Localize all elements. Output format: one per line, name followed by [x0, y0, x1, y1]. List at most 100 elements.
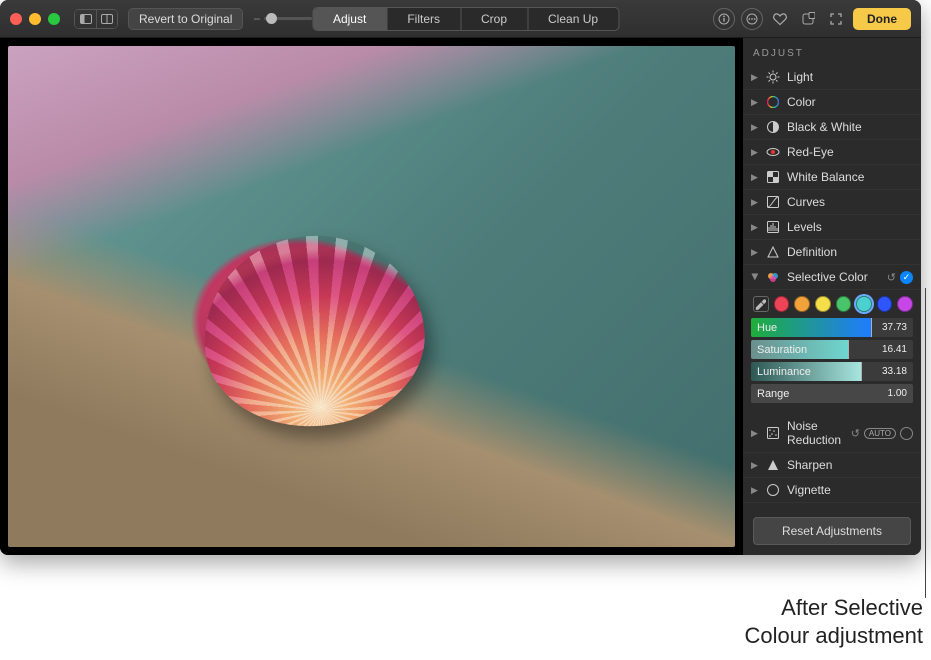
adjust-item-curves[interactable]: ▶ Curves	[743, 190, 921, 215]
swatch-green[interactable]	[836, 296, 852, 312]
reset-adjustments-button[interactable]: Reset Adjustments	[753, 517, 911, 545]
slider-label: Luminance	[751, 366, 811, 378]
chevron-right-icon: ▶	[751, 222, 759, 233]
slider-value: 33.18	[882, 366, 913, 377]
tab-crop[interactable]: Crop	[461, 8, 528, 30]
revert-to-original-button[interactable]: Revert to Original	[128, 8, 243, 30]
favorite-icon[interactable]	[769, 8, 791, 30]
view-toggle-group	[74, 9, 118, 29]
reset-icon[interactable]: ↺	[851, 427, 860, 440]
swatch-cyan[interactable]	[856, 296, 872, 312]
adjust-item-selectivecolor[interactable]: ▶ Selective Color ↺ ✓	[743, 265, 921, 290]
definition-icon	[766, 245, 780, 259]
slider-label: Range	[751, 388, 789, 400]
color-icon	[766, 95, 780, 109]
more-icon[interactable]	[741, 8, 763, 30]
chevron-right-icon: ▶	[751, 197, 759, 208]
curves-icon	[766, 195, 780, 209]
slider-value: 16.41	[882, 344, 913, 355]
chevron-right-icon: ▶	[751, 172, 759, 183]
portrait-icon[interactable]	[797, 8, 819, 30]
adjust-item-label: Definition	[787, 245, 913, 259]
photos-edit-window: Revert to Original − + Adjust Filters Cr…	[0, 0, 921, 555]
levels-icon	[766, 220, 780, 234]
close-window-button[interactable]	[10, 13, 22, 25]
enable-toggle-icon[interactable]	[900, 427, 913, 440]
adjust-item-label: Light	[787, 70, 913, 84]
sidebar-header: ADJUST	[743, 38, 921, 65]
auto-badge[interactable]: AUTO	[864, 428, 896, 439]
eyedropper-icon[interactable]	[753, 296, 769, 312]
grid-view-icon[interactable]	[96, 9, 118, 29]
callout-leader-line	[925, 288, 926, 598]
sharpen-icon	[766, 458, 780, 472]
adjust-item-noise[interactable]: ▶ Noise Reduction ↺ AUTO	[743, 414, 921, 453]
window-controls	[10, 13, 60, 25]
tab-cleanup[interactable]: Clean Up	[528, 8, 618, 30]
adjust-item-bw[interactable]: ▶ Black & White	[743, 115, 921, 140]
chevron-right-icon: ▶	[751, 72, 759, 83]
chevron-right-icon: ▶	[751, 247, 759, 258]
adjust-item-color[interactable]: ▶ Color	[743, 90, 921, 115]
slider-hue[interactable]: Hue 37.73	[751, 318, 913, 337]
adjust-item-vignette[interactable]: ▶ Vignette	[743, 478, 921, 503]
photo-canvas[interactable]	[0, 38, 743, 555]
bw-icon	[766, 120, 780, 134]
chevron-right-icon: ▶	[751, 428, 759, 439]
noise-icon	[766, 426, 780, 440]
slider-label: Hue	[751, 322, 777, 334]
redeye-icon	[766, 145, 780, 159]
color-swatch-row	[751, 294, 913, 318]
swatch-yellow[interactable]	[815, 296, 831, 312]
chevron-right-icon: ▶	[751, 122, 759, 133]
adjust-item-sharpen[interactable]: ▶ Sharpen	[743, 453, 921, 478]
reset-icon[interactable]: ↺	[887, 271, 896, 284]
adjust-item-definition[interactable]: ▶ Definition	[743, 240, 921, 265]
adjust-item-label: Color	[787, 95, 913, 109]
sidebar-toggle-icon[interactable]	[74, 9, 96, 29]
chevron-down-icon: ▶	[750, 273, 761, 281]
adjust-item-redeye[interactable]: ▶ Red-Eye	[743, 140, 921, 165]
edited-photo	[8, 46, 735, 547]
vignette-icon	[766, 483, 780, 497]
selectivecolor-icon	[766, 270, 780, 284]
chevron-right-icon: ▶	[751, 460, 759, 471]
edit-mode-tabs: Adjust Filters Crop Clean Up	[312, 7, 619, 31]
adjust-item-label: Red-Eye	[787, 145, 913, 159]
caption-line: After Selective	[744, 594, 923, 622]
adjust-sidebar: ADJUST ▶ Light ▶ Color ▶ Black & White ▶…	[743, 38, 921, 555]
expand-icon[interactable]	[825, 8, 847, 30]
adjust-item-whitebalance[interactable]: ▶ White Balance	[743, 165, 921, 190]
adjust-item-label: Vignette	[787, 483, 913, 497]
fullscreen-window-button[interactable]	[48, 13, 60, 25]
swatch-magenta[interactable]	[897, 296, 913, 312]
adjust-item-label: Noise Reduction	[787, 419, 844, 447]
selective-color-panel: Hue 37.73 Saturation 16.41 Luminance 33.…	[743, 290, 921, 414]
slider-range[interactable]: Range 1.00	[751, 384, 913, 403]
adjust-item-levels[interactable]: ▶ Levels	[743, 215, 921, 240]
tab-adjust[interactable]: Adjust	[313, 8, 387, 30]
light-icon	[766, 70, 780, 84]
adjust-item-label: White Balance	[787, 170, 913, 184]
enabled-checkmark-icon[interactable]: ✓	[900, 271, 913, 284]
caption-line: Colour adjustment	[744, 622, 923, 650]
slider-luminance[interactable]: Luminance 33.18	[751, 362, 913, 381]
annotation-caption: After Selective Colour adjustment	[744, 594, 923, 649]
whitebalance-icon	[766, 170, 780, 184]
info-icon[interactable]	[713, 8, 735, 30]
chevron-right-icon: ▶	[751, 485, 759, 496]
chevron-right-icon: ▶	[751, 147, 759, 158]
slider-label: Saturation	[751, 344, 807, 356]
swatch-orange[interactable]	[794, 296, 810, 312]
titlebar: Revert to Original − + Adjust Filters Cr…	[0, 0, 921, 38]
adjust-item-light[interactable]: ▶ Light	[743, 65, 921, 90]
swatch-blue[interactable]	[877, 296, 893, 312]
slider-saturation[interactable]: Saturation 16.41	[751, 340, 913, 359]
tab-filters[interactable]: Filters	[387, 8, 461, 30]
done-button[interactable]: Done	[853, 8, 911, 30]
swatch-red[interactable]	[774, 296, 790, 312]
minimize-window-button[interactable]	[29, 13, 41, 25]
adjust-item-label: Selective Color	[787, 270, 880, 284]
chevron-right-icon: ▶	[751, 97, 759, 108]
slider-value: 37.73	[882, 322, 913, 333]
